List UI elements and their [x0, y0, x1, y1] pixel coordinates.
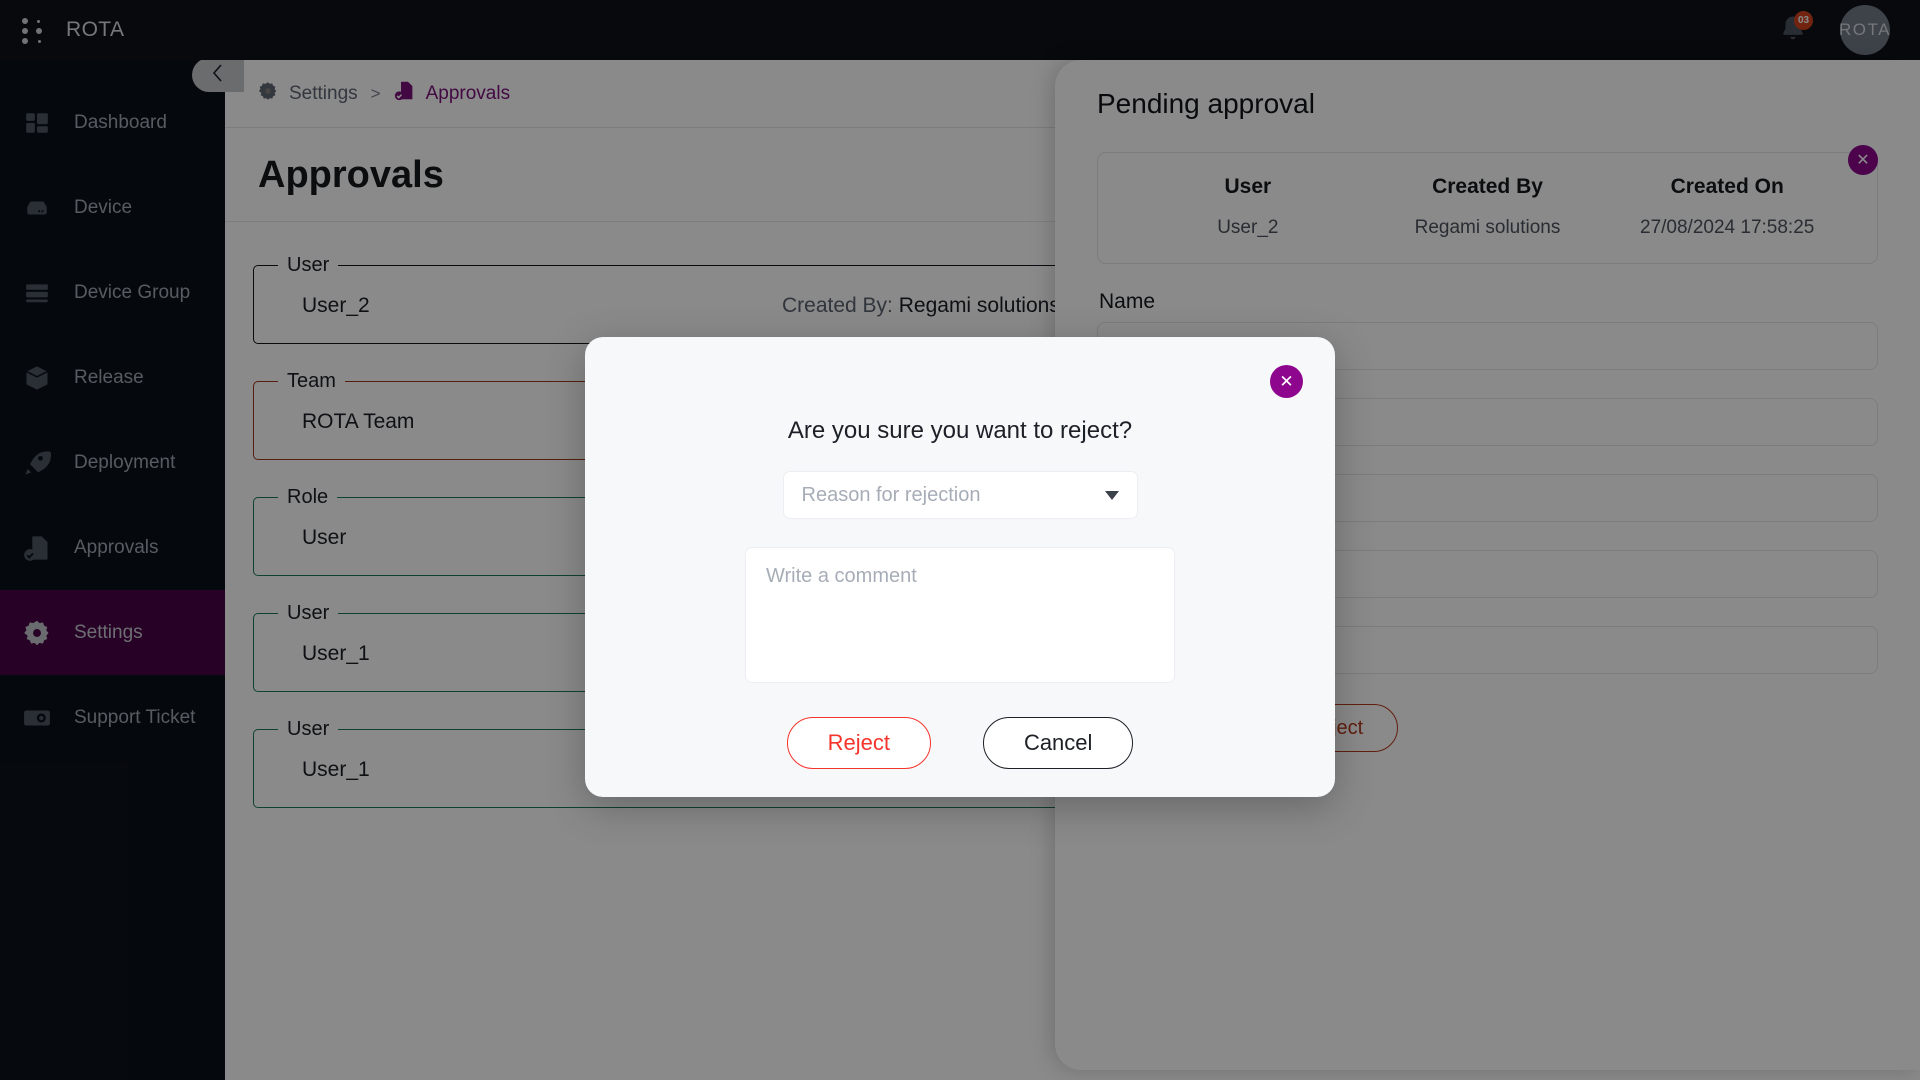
- close-circle-icon[interactable]: ✕: [1270, 365, 1303, 398]
- reason-placeholder: Reason for rejection: [801, 483, 981, 506]
- comment-textarea[interactable]: Write a comment: [745, 547, 1175, 683]
- chevron-down-icon: [1104, 490, 1119, 500]
- modal-reject-button[interactable]: Reject: [786, 717, 931, 769]
- modal-actions: Reject Cancel: [786, 717, 1134, 769]
- modal-cancel-button[interactable]: Cancel: [982, 717, 1134, 769]
- reject-confirm-modal: ✕ Are you sure you want to reject? Reaso…: [585, 337, 1335, 797]
- modal-question: Are you sure you want to reject?: [787, 417, 1133, 444]
- reason-for-rejection-select[interactable]: Reason for rejection: [782, 471, 1138, 519]
